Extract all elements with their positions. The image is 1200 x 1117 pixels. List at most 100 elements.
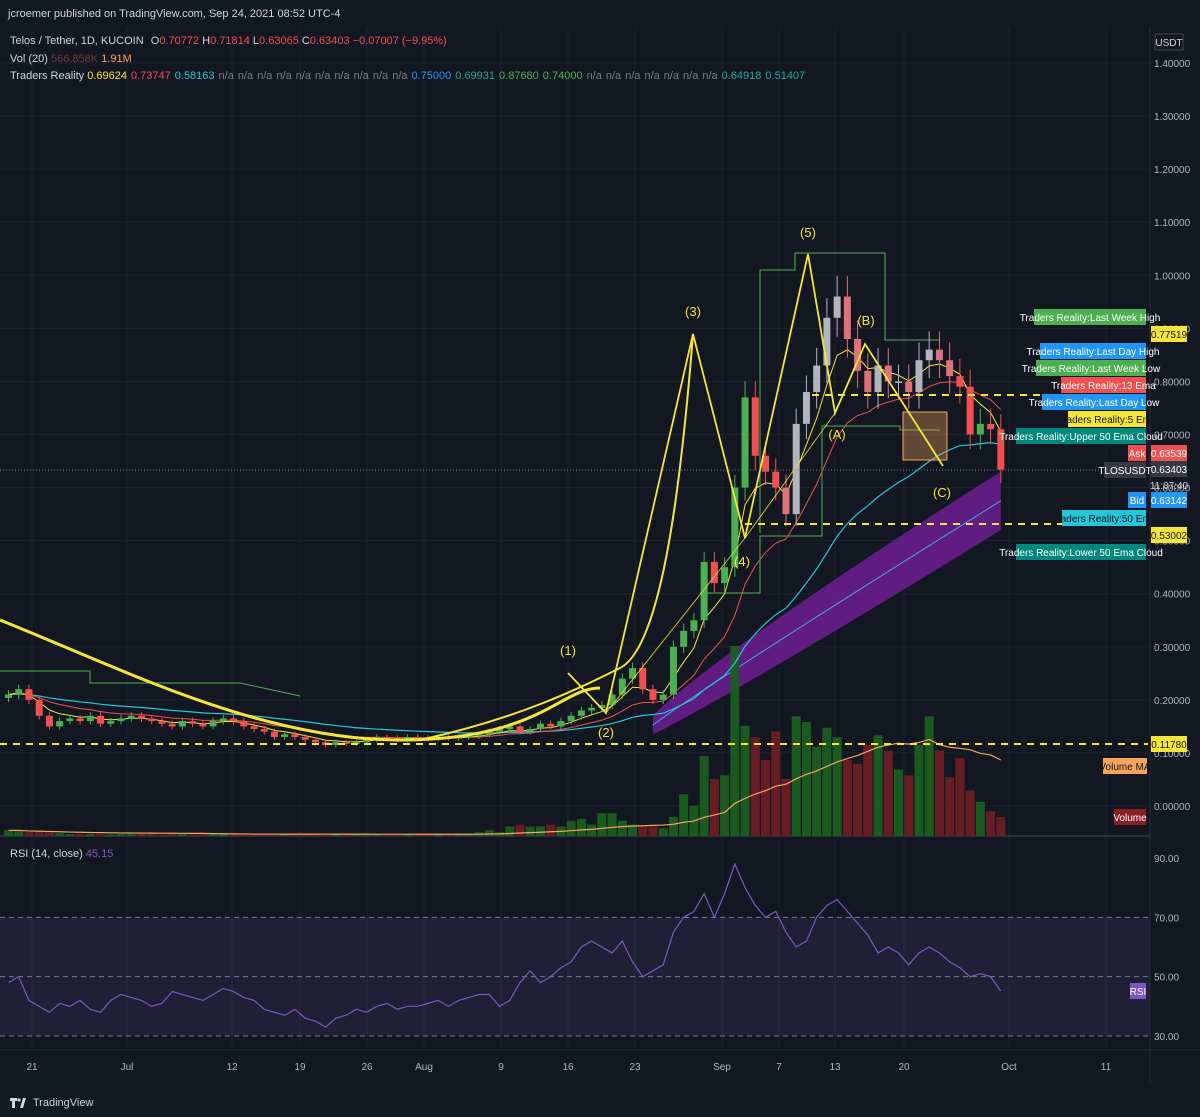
candlesticks xyxy=(5,276,1005,748)
correction-box xyxy=(902,411,948,461)
rsi-legend: RSI (14, close) 45.15 xyxy=(10,848,113,860)
wave-label: (2) xyxy=(598,725,614,740)
tr-value: n/a xyxy=(702,70,718,82)
volume-bar xyxy=(648,826,658,836)
volume-bar xyxy=(904,775,914,836)
time-tick: 11 xyxy=(1101,1062,1112,1073)
currency-label: USDT xyxy=(1155,38,1182,49)
candle-body xyxy=(209,721,217,727)
price-chart[interactable]: (1) (2) (3) (4) (5) (A) (B) (C) USDT 1.40000 1.30… xyxy=(0,28,1200,1083)
volume-bar xyxy=(198,834,208,836)
volume-bar xyxy=(801,722,811,836)
time-tick: 21 xyxy=(26,1062,38,1073)
time-tick: 26 xyxy=(361,1062,373,1073)
wave-label: (1) xyxy=(560,643,576,658)
candle-body xyxy=(66,718,74,722)
tag-ema13: Traders Reality:13 Ema xyxy=(1051,381,1156,392)
tag-ticker: TLOSUSDT xyxy=(1098,466,1151,477)
elliott-wave-drawing[interactable]: (1) (2) (3) (4) (5) (A) (B) (C) xyxy=(0,225,1150,745)
tr-value: 0.51407 xyxy=(765,70,806,82)
ohlc-o: 0.70772 xyxy=(159,35,200,47)
wave-label: (3) xyxy=(685,304,701,319)
candle-body xyxy=(107,721,115,724)
publisher-line: jcroemer published on TradingView.com, S… xyxy=(0,0,1200,28)
candle-body xyxy=(588,707,596,711)
ohlc-h: 0.71814 xyxy=(210,35,250,47)
volume-bar xyxy=(55,833,65,836)
price-tick: 1.40000 xyxy=(1154,59,1191,70)
candle-body xyxy=(148,718,156,722)
wave-label: (5) xyxy=(800,225,816,240)
ohlc-l: 0.63065 xyxy=(259,35,299,47)
tr-values: 0.69624 0.73747 0.58163 n/a n/a n/a n/a n/a n/a n… xyxy=(87,70,809,82)
volume-bar xyxy=(832,737,842,836)
volume-bar xyxy=(658,828,668,836)
candle-body xyxy=(311,739,319,743)
candle-body xyxy=(250,726,258,730)
price-tick: 0.20000 xyxy=(1154,696,1191,707)
candle-body xyxy=(813,365,821,393)
volume-bar xyxy=(699,756,709,836)
price-tick: 1.30000 xyxy=(1154,112,1191,123)
volume-bar xyxy=(515,824,525,836)
candle-body xyxy=(281,734,289,738)
candle-body xyxy=(260,729,268,732)
volume-bar xyxy=(740,725,750,836)
volume-bar xyxy=(975,801,985,836)
tr-value: 0.73747 xyxy=(131,70,171,82)
volume-bar xyxy=(96,834,106,836)
countdown: 11:07:40 xyxy=(1150,481,1189,492)
candle-body xyxy=(86,715,94,722)
candle-body xyxy=(56,721,64,727)
candle-body xyxy=(567,715,575,722)
tr-value: n/a xyxy=(663,70,680,82)
volume-bar xyxy=(781,779,791,836)
volume-bar xyxy=(566,820,576,836)
candle-body xyxy=(659,694,667,700)
rsi-tick: 90.00 xyxy=(1154,854,1179,865)
candle-body xyxy=(935,349,943,361)
candle-body xyxy=(168,723,176,727)
tag-ema50: Traders Reality:50 Ema xyxy=(1052,514,1157,525)
rsi-legend-label: RSI (14, close) xyxy=(10,848,83,860)
candle-body xyxy=(547,723,555,727)
tr-value: n/a xyxy=(315,70,331,82)
candle-body xyxy=(700,561,708,621)
volume-bar xyxy=(484,830,494,836)
tag-bid-price: 0.63142 xyxy=(1151,496,1188,507)
tag-volume-ma: Volume MA xyxy=(1099,762,1150,773)
candle-body xyxy=(189,721,197,724)
rsi-tick: 50.00 xyxy=(1154,973,1179,984)
footer: TradingView xyxy=(0,1089,1200,1117)
price-tick: 1.20000 xyxy=(1154,165,1191,176)
volume-bar xyxy=(167,834,177,836)
time-tick: Sep xyxy=(713,1062,731,1073)
volume-bar xyxy=(75,833,85,836)
volume-bar xyxy=(136,833,146,836)
volume-bar xyxy=(873,735,883,836)
ohlc-change: −0.07007 (−9.95%) xyxy=(352,35,447,47)
tr-value: n/a xyxy=(257,70,273,82)
time-tick: 13 xyxy=(829,1062,841,1073)
candle-body xyxy=(240,721,248,727)
volume-bar xyxy=(525,826,535,836)
tr-value: 0.87680 xyxy=(499,70,539,82)
volume-bar xyxy=(65,834,75,836)
price-tick: 0.40000 xyxy=(1154,590,1191,601)
candle-body xyxy=(782,487,790,515)
rsi-tick: 70.00 xyxy=(1154,913,1179,924)
candle-body xyxy=(751,397,759,456)
volume-bar xyxy=(986,811,996,836)
volume-bar xyxy=(188,834,198,836)
volume-bar xyxy=(546,824,556,836)
candle-body xyxy=(843,296,851,339)
candle-body xyxy=(35,699,43,716)
candle-body xyxy=(557,721,565,727)
tr-value: 0.69624 xyxy=(87,70,127,82)
volume-bar xyxy=(147,834,157,836)
tag-ema5: Traders Reality:5 Ema xyxy=(1057,415,1157,426)
wave-label: (B) xyxy=(857,313,874,328)
candle-body xyxy=(97,715,105,724)
volume-bar xyxy=(883,750,893,836)
candle-body xyxy=(925,349,933,361)
